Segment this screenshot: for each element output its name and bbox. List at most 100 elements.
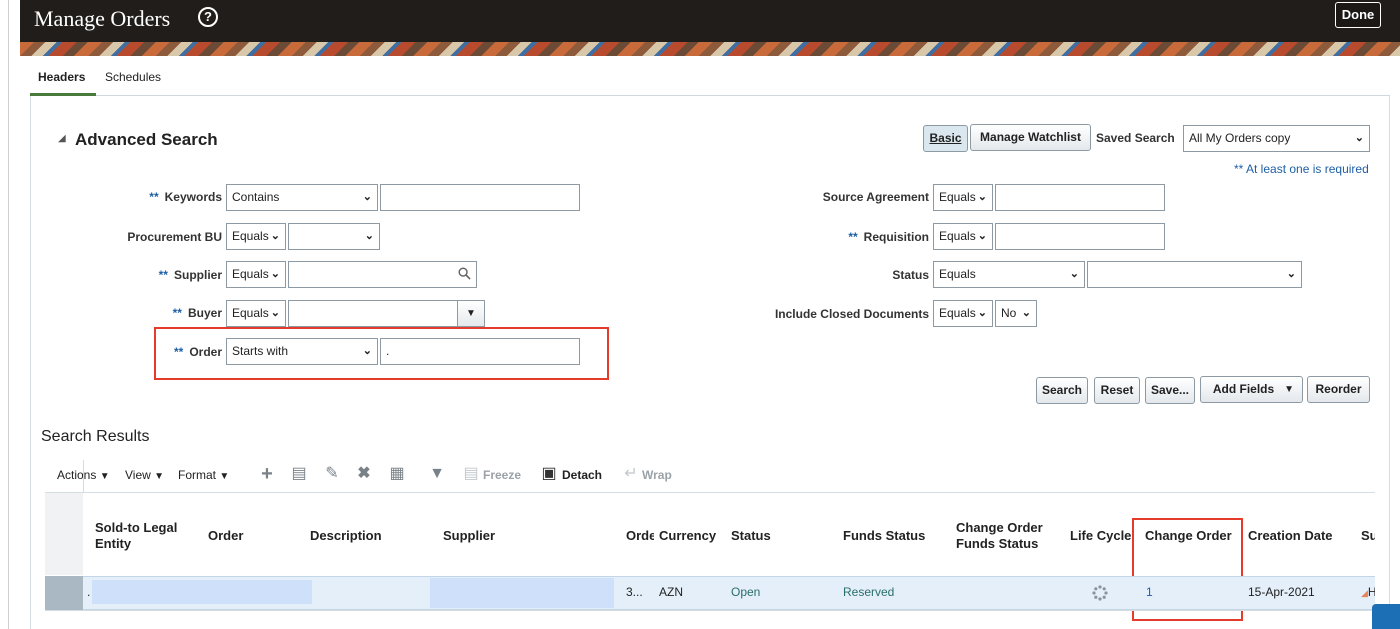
required-marker: ** [848, 230, 858, 244]
delete-icon[interactable]: ✖ [355, 465, 373, 483]
add-fields-button[interactable]: Add Fields ▼ [1200, 376, 1303, 403]
freeze-button[interactable]: Freeze [483, 468, 521, 482]
chevron-down-icon: ⌄ [977, 191, 987, 203]
buyer-label: ** Buyer [173, 306, 222, 320]
column-header-order[interactable]: Order [208, 528, 243, 544]
saved-search-select[interactable]: All My Orders copy ⌄ [1183, 125, 1370, 152]
search-button[interactable]: Search [1036, 377, 1088, 404]
chevron-down-icon: ⌄ [977, 230, 987, 242]
wrap-icon: ↵ [624, 465, 638, 482]
order-operator-select[interactable]: Starts with ⌄ [226, 338, 378, 365]
cell-order-truncated[interactable]: 3... [626, 585, 643, 599]
format-menu[interactable]: Format ▼ [178, 468, 229, 482]
search-icon[interactable] [458, 267, 471, 280]
column-header-life-cycle[interactable]: Life Cycle [1070, 528, 1134, 544]
detach-button[interactable]: Detach [562, 468, 602, 482]
dropdown-triangle-icon: ▼ [219, 471, 230, 482]
basic-button[interactable]: Basic [923, 125, 968, 152]
status-value-select[interactable]: ⌄ [1087, 261, 1302, 288]
search-results-title: Search Results [41, 428, 150, 445]
supplier-operator-value: Equals [232, 267, 269, 281]
column-header-description[interactable]: Description [310, 528, 382, 544]
column-header-su-truncated[interactable]: Su [1361, 528, 1375, 544]
add-icon[interactable]: + [258, 464, 276, 484]
source-agreement-operator-select[interactable]: Equals ⌄ [933, 184, 993, 211]
cell-su-truncated: ◢H [1361, 585, 1375, 599]
supplier-operator-select[interactable]: Equals ⌄ [226, 261, 286, 288]
keywords-operator-value: Contains [232, 190, 280, 204]
save-button[interactable]: Save... [1145, 377, 1195, 404]
required-marker: ** [173, 345, 184, 359]
column-header-creation-date[interactable]: Creation Date [1248, 528, 1333, 544]
buyer-operator-value: Equals [232, 306, 269, 320]
view-menu[interactable]: View ▼ [125, 468, 164, 482]
supplier-label-text: Supplier [173, 268, 222, 282]
cell-funds-status: Reserved [843, 585, 895, 599]
order-label: ** Order [174, 345, 222, 359]
flag-icon: ◢ [1361, 588, 1368, 598]
format-menu-label: Format [178, 468, 217, 482]
status-operator-select[interactable]: Equals ⌄ [933, 261, 1085, 288]
required-marker: ** [149, 190, 159, 204]
done-button[interactable]: Done [1335, 2, 1381, 28]
order-label-text: Order [189, 345, 222, 359]
include-closed-operator-value: Equals [939, 306, 976, 320]
order-operator-value: Starts with [232, 344, 289, 358]
tabs-divider [30, 95, 1390, 96]
reorder-button[interactable]: Reorder [1307, 376, 1370, 403]
tab-headers[interactable]: Headers [38, 70, 85, 84]
keywords-input[interactable] [380, 184, 580, 211]
cell-change-order[interactable]: 1 [1146, 585, 1153, 599]
order-input[interactable]: . [380, 338, 580, 365]
dropdown-triangle-icon[interactable]: ▼ [457, 301, 484, 326]
procurement-bu-operator-select[interactable]: Equals ⌄ [226, 223, 286, 250]
required-marker: ** [172, 306, 182, 320]
column-header-supplier[interactable]: Supplier [443, 528, 495, 544]
status-operator-value: Equals [939, 267, 976, 281]
column-header-status[interactable]: Status [731, 528, 771, 544]
manage-watchlist-button[interactable]: Manage Watchlist [970, 124, 1091, 151]
requisition-label-text: Requisition [863, 230, 929, 244]
keywords-label-text: Keywords [164, 190, 222, 204]
column-header-change-order-funds-status[interactable]: Change Order Funds Status [956, 520, 1066, 552]
cell-sold-to: . [87, 585, 91, 599]
supplier-input[interactable] [288, 261, 477, 288]
buyer-combobox[interactable]: ▼ [288, 300, 485, 327]
column-header-order-truncated[interactable]: Orde [626, 528, 654, 544]
keywords-label: ** Keywords [149, 190, 222, 204]
column-header-sold-to[interactable]: Sold-to Legal Entity [95, 520, 195, 552]
document-icon[interactable]: ▤ [290, 465, 308, 483]
tab-schedules[interactable]: Schedules [105, 70, 161, 84]
corner-panel-tab[interactable] [1372, 604, 1400, 629]
chevron-down-icon: ⌄ [1069, 268, 1079, 280]
header-pattern [20, 42, 1400, 56]
detach-icon: ▣ [541, 465, 557, 482]
procurement-bu-select[interactable]: ⌄ [288, 223, 380, 250]
cell-creation-date: 15-Apr-2021 [1248, 585, 1315, 599]
collapse-triangle-icon[interactable]: ◢ [58, 133, 66, 144]
buyer-label-text: Buyer [187, 306, 222, 320]
row-selector[interactable] [45, 576, 83, 610]
export-grid-icon[interactable]: ▦ [388, 465, 406, 483]
procurement-bu-operator-value: Equals [232, 229, 269, 243]
question-circle-icon[interactable]: ? [198, 7, 218, 27]
lifecycle-icon[interactable] [1092, 585, 1108, 601]
cell-sold-to-redacted [92, 580, 312, 604]
freeze-icon: ▤ [463, 465, 479, 482]
column-header-currency[interactable]: Currency [659, 528, 716, 544]
column-header-funds-status[interactable]: Funds Status [843, 528, 925, 544]
include-closed-value-select[interactable]: No ⌄ [995, 300, 1037, 327]
saved-search-value: All My Orders copy [1189, 131, 1291, 145]
filter-icon[interactable]: ▼ [428, 465, 446, 483]
wrap-button[interactable]: Wrap [642, 468, 672, 482]
active-tab-indicator [30, 93, 96, 96]
buyer-operator-select[interactable]: Equals ⌄ [226, 300, 286, 327]
keywords-operator-select[interactable]: Contains ⌄ [226, 184, 378, 211]
requisition-operator-select[interactable]: Equals ⌄ [933, 223, 993, 250]
requisition-input[interactable] [995, 223, 1165, 250]
include-closed-operator-select[interactable]: Equals ⌄ [933, 300, 993, 327]
edit-pencil-icon[interactable]: ✎ [323, 465, 341, 483]
reset-button[interactable]: Reset [1094, 377, 1140, 404]
source-agreement-input[interactable] [995, 184, 1165, 211]
grid-bottom-border [45, 610, 1375, 611]
